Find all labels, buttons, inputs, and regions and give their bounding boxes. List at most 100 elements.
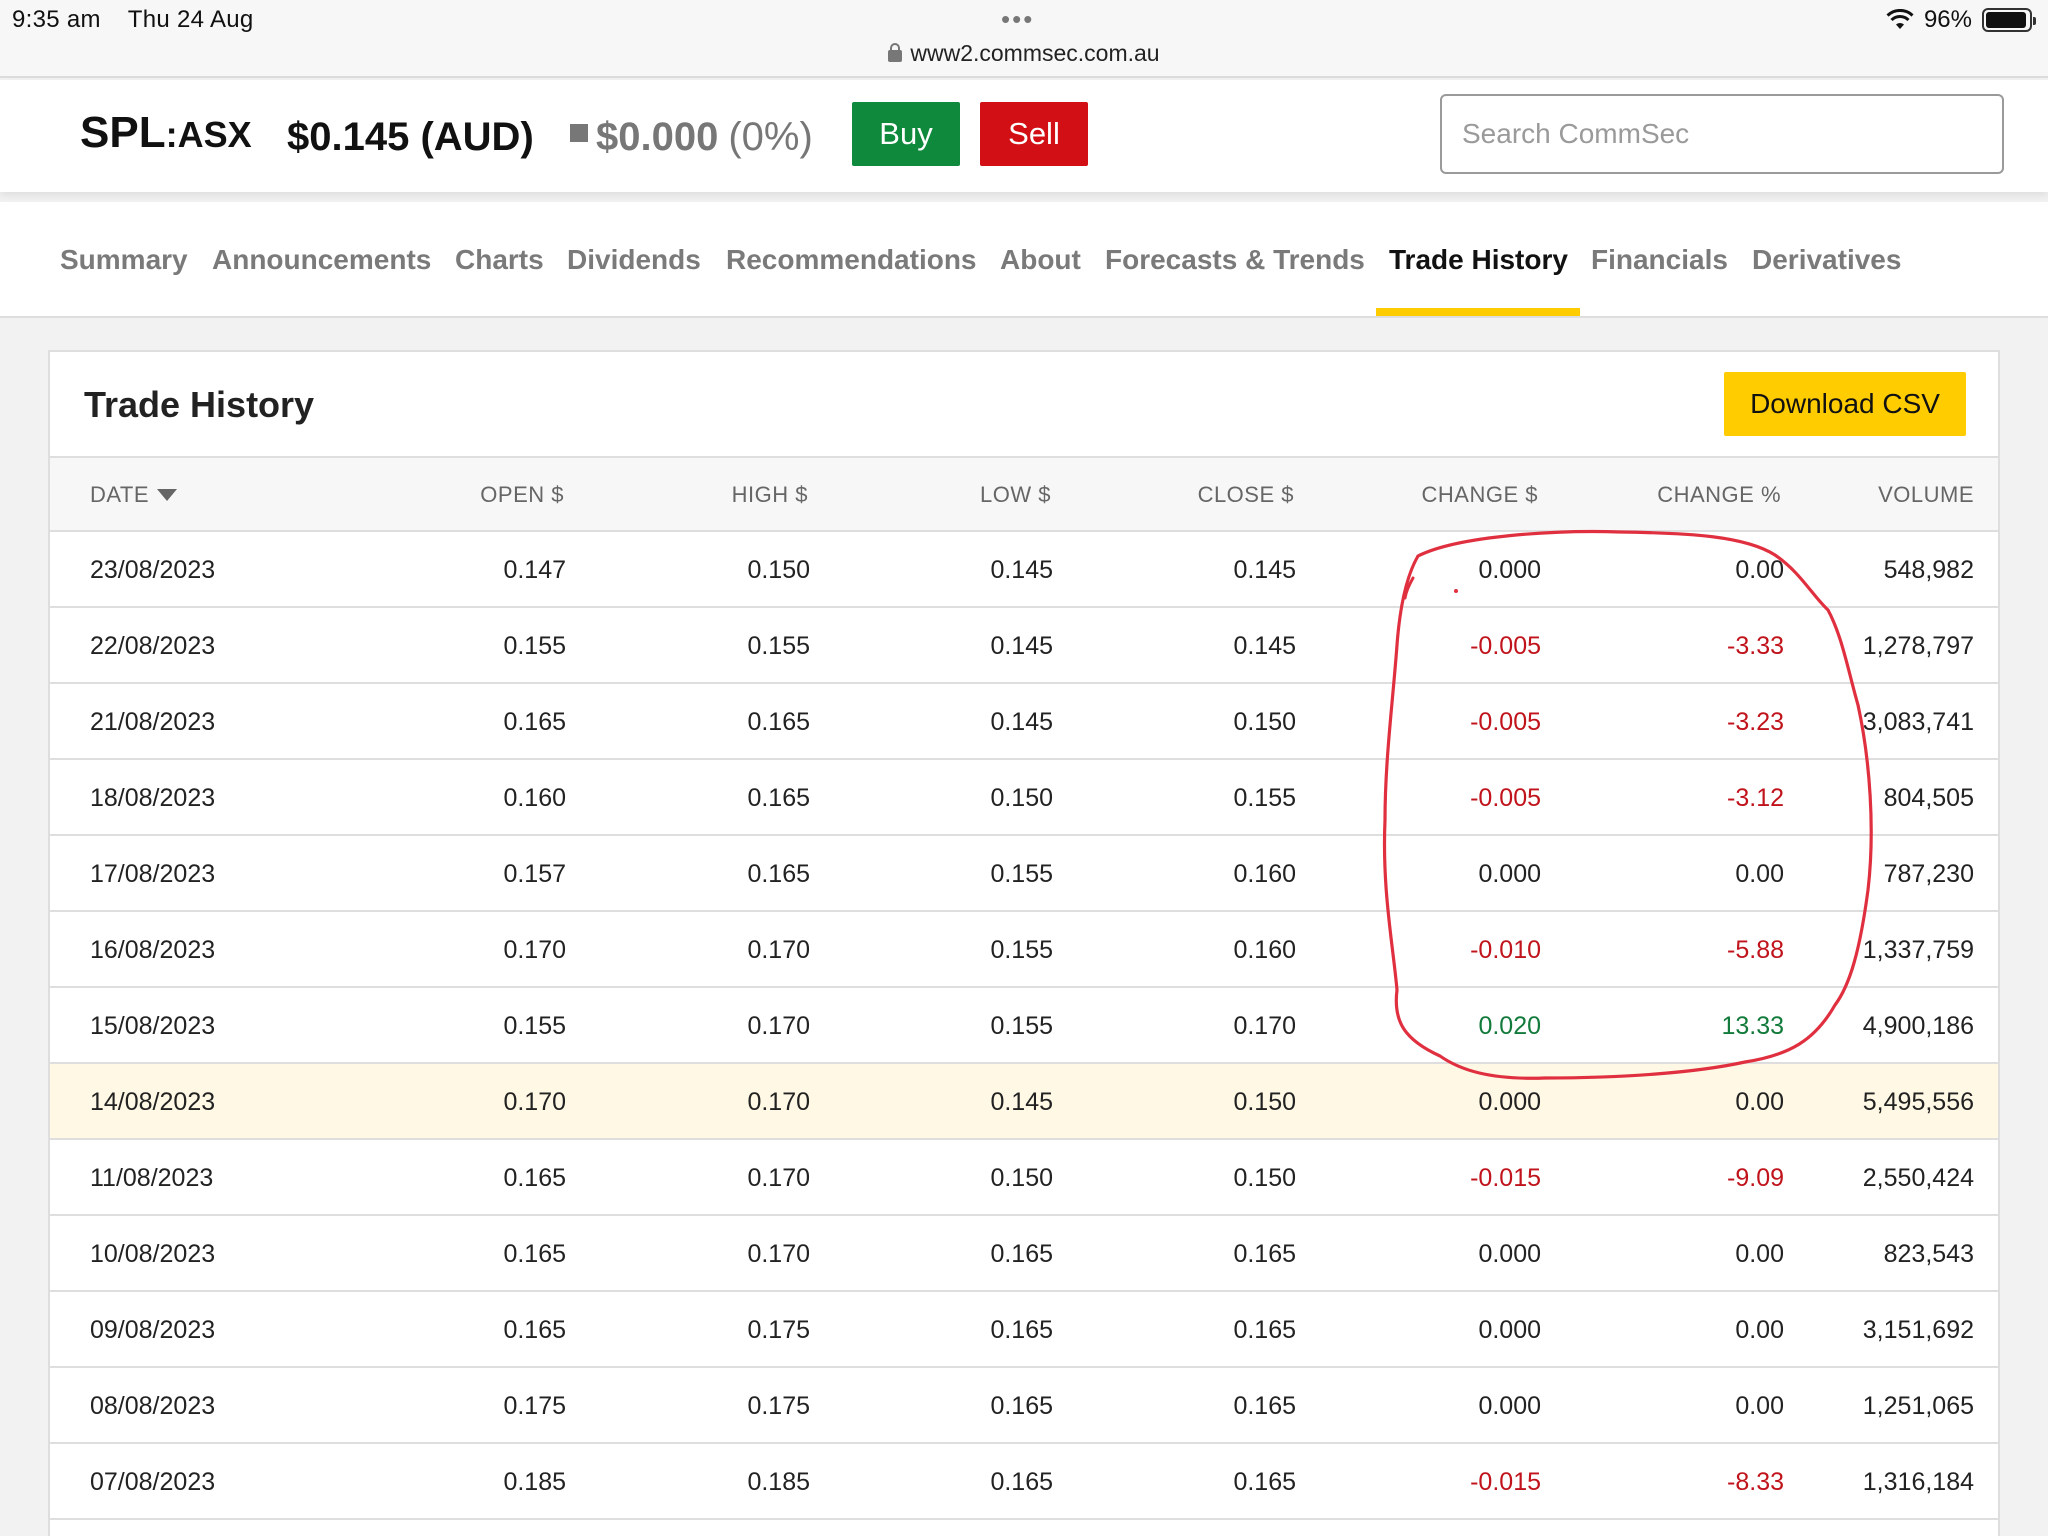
table-row[interactable]: 10/08/2023 0.165 0.170 0.165 0.165 0.000 0.00 8… xyxy=(50,1216,1998,1292)
cell-high: 0.165 xyxy=(747,708,810,736)
cell-close: 0.165 xyxy=(1233,1240,1296,1268)
cell-date: 11/08/2023 xyxy=(90,1164,214,1192)
cell-open: 0.155 xyxy=(503,1012,566,1040)
cell-high: 0.185 xyxy=(747,1468,810,1496)
cell-high: 0.175 xyxy=(747,1392,810,1420)
table-row[interactable]: 21/08/2023 0.165 0.165 0.145 0.150 -0.005 -3.2… xyxy=(50,684,1998,760)
col-date[interactable]: DATE xyxy=(90,482,178,508)
cell-open: 0.155 xyxy=(503,632,566,660)
table-row[interactable]: 17/08/2023 0.157 0.165 0.155 0.160 0.000 0.00 7… xyxy=(50,836,1998,912)
table-row[interactable]: 07/08/2023 0.185 0.185 0.165 0.165 -0.015 -8.3… xyxy=(50,1444,1998,1520)
tab-recommendations[interactable]: Recommendations xyxy=(726,244,977,276)
tab-about[interactable]: About xyxy=(1000,244,1081,276)
cell-date: 18/08/2023 xyxy=(90,784,216,812)
cell-change-pct: 13.33 xyxy=(1721,1012,1784,1040)
tab-dividends[interactable]: Dividends xyxy=(567,244,701,276)
cell-volume: 548,982 xyxy=(1883,556,1974,584)
cell-change: 0.000 xyxy=(1478,1088,1541,1116)
cell-change-pct: 0.00 xyxy=(1735,556,1784,584)
cell-low: 0.155 xyxy=(990,1012,1053,1040)
cell-volume: 787,230 xyxy=(1883,860,1974,888)
cell-change: -0.015 xyxy=(1470,1468,1541,1496)
col-change-pct[interactable]: CHANGE % xyxy=(1657,482,1781,508)
cell-change-pct: -5.88 xyxy=(1727,936,1784,964)
cell-open: 0.170 xyxy=(503,1088,566,1116)
table-row[interactable]: 16/08/2023 0.170 0.170 0.155 0.160 -0.010 -5.8… xyxy=(50,912,1998,988)
status-date: Thu 24 Aug xyxy=(127,6,254,33)
battery-icon xyxy=(1982,8,2036,32)
col-date-label: DATE xyxy=(90,482,150,507)
cell-volume: 1,251,065 xyxy=(1862,1392,1974,1420)
table-row[interactable]: 08/08/2023 0.175 0.175 0.165 0.165 0.000 0.00 1… xyxy=(50,1368,1998,1444)
price-change: $0.000 (0%) xyxy=(570,115,813,160)
tab-derivatives[interactable]: Derivatives xyxy=(1752,244,1901,276)
cell-open: 0.165 xyxy=(503,1316,566,1344)
tab-forecasts-trends[interactable]: Forecasts & Trends xyxy=(1105,244,1365,276)
cell-volume: 1,278,797 xyxy=(1862,632,1974,660)
url-bar[interactable]: www2.commsec.com.au xyxy=(0,40,2048,67)
cell-open: 0.160 xyxy=(503,784,566,812)
sell-button[interactable]: Sell xyxy=(980,102,1088,166)
tab-summary[interactable]: Summary xyxy=(60,244,188,276)
cell-date: 22/08/2023 xyxy=(90,632,216,660)
download-csv-button[interactable]: Download CSV xyxy=(1724,372,1966,436)
buy-button[interactable]: Buy xyxy=(852,102,960,166)
cell-date: 08/08/2023 xyxy=(90,1392,216,1420)
tab-charts[interactable]: Charts xyxy=(455,244,544,276)
cell-date: 15/08/2023 xyxy=(90,1012,216,1040)
cell-change-pct: 0.00 xyxy=(1735,1392,1784,1420)
tab-trade-history[interactable]: Trade History xyxy=(1389,244,1568,276)
cell-volume: 1,337,759 xyxy=(1862,936,1974,964)
cell-change: -0.010 xyxy=(1470,936,1541,964)
col-low[interactable]: LOW $ xyxy=(980,482,1051,508)
cell-date: 23/08/2023 xyxy=(90,556,216,584)
table-header: DATE OPEN $ HIGH $ LOW $ CLOSE $ CHANGE … xyxy=(50,456,1998,532)
cell-close: 0.165 xyxy=(1233,1468,1296,1496)
cell-date: 14/08/2023 xyxy=(90,1088,216,1116)
tab-financials[interactable]: Financials xyxy=(1591,244,1728,276)
cell-volume: 3,083,741 xyxy=(1862,708,1974,736)
ticker-symbol: SPL:ASX xyxy=(80,108,252,158)
cell-volume: 2,550,424 xyxy=(1862,1164,1974,1192)
cell-low: 0.165 xyxy=(990,1392,1053,1420)
col-open[interactable]: OPEN $ xyxy=(480,482,564,508)
cell-low: 0.165 xyxy=(990,1468,1053,1496)
table-row[interactable]: 15/08/2023 0.155 0.170 0.155 0.170 0.020 13.33… xyxy=(50,988,1998,1064)
change-percent: (0%) xyxy=(728,115,813,159)
cell-change-pct: 0.00 xyxy=(1735,1240,1784,1268)
table-row[interactable]: 11/08/2023 0.165 0.170 0.150 0.150 -0.015 -9.0… xyxy=(50,1140,1998,1216)
cell-date: 17/08/2023 xyxy=(90,860,216,888)
search-input[interactable] xyxy=(1440,94,2004,174)
cell-high: 0.170 xyxy=(747,1164,810,1192)
lock-icon xyxy=(888,43,903,62)
more-dots-icon[interactable]: ••• xyxy=(1001,6,1034,32)
table-row[interactable]: 22/08/2023 0.155 0.155 0.145 0.145 -0.005 -3.3… xyxy=(50,608,1998,684)
status-time: 9:35 am xyxy=(12,6,101,33)
url-text: www2.commsec.com.au xyxy=(910,40,1160,66)
cell-change-pct: 0.00 xyxy=(1735,1316,1784,1344)
table-row[interactable]: 09/08/2023 0.165 0.175 0.165 0.165 0.000 0.00 3… xyxy=(50,1292,1998,1368)
cell-change: 0.000 xyxy=(1478,1392,1541,1420)
cell-close: 0.155 xyxy=(1233,784,1296,812)
cell-low: 0.155 xyxy=(990,860,1053,888)
table-row[interactable]: 14/08/2023 0.170 0.170 0.145 0.150 0.000 0.00 5… xyxy=(50,1064,1998,1140)
last-price: $0.145 (AUD) xyxy=(287,115,534,159)
cell-volume: 1,316,184 xyxy=(1862,1468,1974,1496)
cell-change-pct: -3.12 xyxy=(1727,784,1784,812)
cell-close: 0.170 xyxy=(1233,1012,1296,1040)
cell-open: 0.185 xyxy=(503,1468,566,1496)
cell-open: 0.165 xyxy=(503,708,566,736)
col-high[interactable]: HIGH $ xyxy=(732,482,808,508)
table-row[interactable]: 23/08/2023 0.147 0.150 0.145 0.145 0.000 0.00 5… xyxy=(50,532,1998,608)
cell-low: 0.145 xyxy=(990,708,1053,736)
col-close[interactable]: CLOSE $ xyxy=(1198,482,1294,508)
tab-announcements[interactable]: Announcements xyxy=(212,244,431,276)
battery-percent: 96% xyxy=(1923,6,1972,33)
card-title: Trade History xyxy=(84,384,315,425)
cell-high: 0.150 xyxy=(747,556,810,584)
cell-change-pct: -3.33 xyxy=(1727,632,1784,660)
table-row[interactable]: 18/08/2023 0.160 0.165 0.150 0.155 -0.005 -3.1… xyxy=(50,760,1998,836)
col-change[interactable]: CHANGE $ xyxy=(1422,482,1538,508)
quote-header: SPL:ASX $0.145 (AUD) $0.000 (0%) Buy Sel… xyxy=(0,80,2048,192)
col-volume[interactable]: VOLUME xyxy=(1878,482,1974,508)
